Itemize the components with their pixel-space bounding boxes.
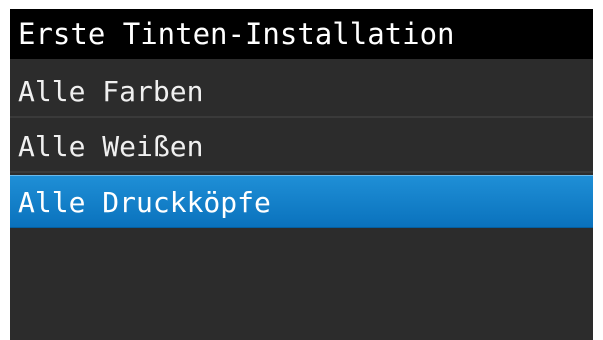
menu-item-alle-farben[interactable]: Alle Farben [10,65,593,118]
screen-title: Erste Tinten-Installation [10,9,593,59]
empty-menu-area [10,241,593,340]
lcd-screen: Erste Tinten-Installation Alle Farben Al… [10,9,593,340]
menu-item-alle-weissen[interactable]: Alle Weißen [10,120,593,173]
menu-list: Alle Farben Alle Weißen Alle Druckköpfe [10,65,593,228]
device-bezel: Erste Tinten-Installation Alle Farben Al… [0,0,603,340]
menu-item-alle-druckkoepfe[interactable]: Alle Druckköpfe [10,175,593,228]
